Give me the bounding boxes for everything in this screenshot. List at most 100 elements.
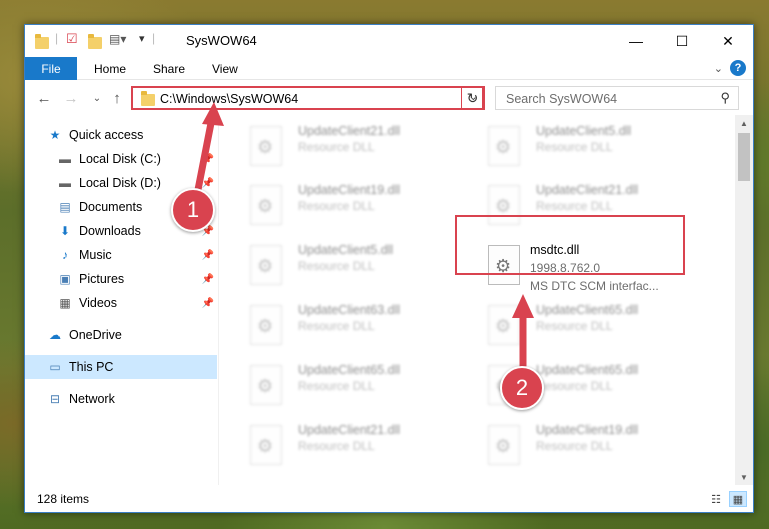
sidebar-item-network[interactable]: ⊟ Network	[25, 387, 217, 411]
forward-button[interactable]: →	[61, 88, 81, 108]
file-name: UpdateClient65.dll	[536, 303, 639, 317]
pin-icon: 📌	[201, 273, 214, 285]
dll-file-icon: ⚙	[488, 305, 520, 345]
minimize-button[interactable]: —	[613, 25, 659, 57]
file-name: UpdateClient65.dll	[536, 363, 639, 377]
tab-view[interactable]: View	[212, 57, 238, 80]
music-icon: ♪	[62, 248, 68, 262]
file-name: UpdateClient21.dll	[536, 183, 639, 197]
search-placeholder: Search SysWOW64	[506, 92, 618, 106]
file-type: Resource DLL	[536, 140, 613, 154]
sidebar-item-music[interactable]: ♪ Music 📌	[25, 243, 217, 267]
separator: |	[152, 31, 156, 45]
list-item[interactable]: ⚙ UpdateClient63.dll Resource DLL	[242, 299, 478, 351]
sidebar-item-label: Quick access	[69, 128, 144, 142]
window-title: SysWOW64	[186, 33, 257, 48]
recent-locations-icon[interactable]: ⌄	[87, 88, 107, 108]
drive-icon: ▬	[59, 152, 71, 166]
vertical-scrollbar[interactable]: ▲ ▼	[735, 115, 753, 485]
navigation-pane: ★ Quick access ▬ Local Disk (C:) 📌 ▬ Loc…	[25, 115, 219, 485]
file-type: Resource DLL	[536, 199, 613, 213]
file-type: Resource DLL	[298, 379, 375, 393]
sidebar-item-label: Videos	[79, 296, 117, 310]
pin-icon: 📌	[201, 249, 214, 261]
sidebar-item-label: Documents	[79, 200, 143, 214]
gear-icon: ⚙	[257, 376, 274, 396]
sidebar-item-onedrive[interactable]: ☁ OneDrive	[25, 323, 217, 347]
star-icon: ★	[49, 128, 61, 142]
scroll-down-icon[interactable]: ▼	[735, 469, 753, 485]
sidebar-item-quick-access[interactable]: ★ Quick access	[25, 123, 217, 147]
list-item[interactable]: ⚙ UpdateClient65.dll Resource DLL	[480, 299, 716, 351]
file-type: Resource DLL	[298, 439, 375, 453]
annotation-step-2: 2	[500, 366, 544, 410]
dll-file-icon: ⚙	[250, 245, 282, 285]
list-item[interactable]: ⚙ UpdateClient5.dll Resource DLL	[242, 239, 478, 291]
gear-icon: ⚙	[495, 196, 512, 216]
pictures-icon: ▣	[59, 272, 71, 286]
cloud-icon: ☁	[49, 328, 61, 342]
close-button[interactable]: ✕	[705, 25, 751, 57]
tab-home[interactable]: Home	[94, 57, 126, 80]
list-item[interactable]: ⚙ UpdateClient21.dll Resource DLL	[242, 419, 478, 471]
list-item[interactable]: ⚙ UpdateClient19.dll Resource DLL	[480, 419, 716, 471]
back-button[interactable]: ←	[34, 88, 54, 108]
folder-icon	[35, 34, 49, 49]
dll-file-icon: ⚙	[250, 126, 282, 166]
dll-file-icon: ⚙	[488, 126, 520, 166]
sidebar-item-this-pc[interactable]: ▭ This PC	[25, 355, 217, 379]
quick-access-toolbar-icon[interactable]: ▤▾	[109, 32, 126, 46]
sidebar-item-local-disk-c[interactable]: ▬ Local Disk (C:) 📌	[25, 147, 217, 171]
expand-ribbon-icon[interactable]: ⌄	[714, 62, 723, 75]
list-item[interactable]: ⚙ UpdateClient21.dll Resource DLL	[242, 120, 478, 172]
customize-toolbar-icon[interactable]: ▾	[139, 32, 145, 45]
help-button[interactable]: ?	[730, 60, 746, 76]
file-description: MS DTC SCM interfac...	[530, 279, 659, 293]
properties-icon[interactable]: ☑	[66, 31, 78, 47]
file-name: UpdateClient5.dll	[536, 124, 632, 138]
gear-icon: ⚙	[257, 256, 274, 276]
highlight-frame	[455, 215, 685, 275]
sidebar-item-label: Local Disk (C:)	[79, 152, 161, 166]
tab-share[interactable]: Share	[153, 57, 185, 80]
folder-icon	[141, 91, 155, 106]
large-icons-view-icon[interactable]: ▦	[729, 491, 747, 507]
address-path[interactable]: C:\Windows\SysWOW64	[160, 92, 298, 106]
gear-icon: ⚙	[257, 196, 274, 216]
sidebar-item-pictures[interactable]: ▣ Pictures 📌	[25, 267, 217, 291]
up-button[interactable]: ↑	[107, 88, 127, 108]
dll-file-icon: ⚙	[250, 305, 282, 345]
file-type: Resource DLL	[536, 319, 613, 333]
search-icon[interactable]: ⚲	[720, 90, 730, 106]
refresh-button[interactable]: ↻	[461, 86, 485, 110]
gear-icon: ⚙	[257, 316, 274, 336]
scroll-thumb[interactable]	[738, 133, 750, 181]
file-type: Resource DLL	[536, 439, 613, 453]
sidebar-item-label: Pictures	[79, 272, 125, 286]
file-name: UpdateClient19.dll	[298, 183, 401, 197]
dll-file-icon: ⚙	[250, 425, 282, 465]
download-icon: ⬇	[59, 224, 71, 238]
tab-file[interactable]: File	[25, 57, 77, 80]
search-input[interactable]: Search SysWOW64 ⚲	[495, 86, 739, 110]
sidebar-item-label: OneDrive	[69, 328, 122, 342]
documents-icon: ▤	[59, 200, 71, 214]
scroll-up-icon[interactable]: ▲	[735, 115, 753, 131]
list-item[interactable]: ⚙ UpdateClient65.dll Resource DLL	[242, 359, 478, 411]
new-folder-icon[interactable]	[88, 34, 102, 49]
ribbon: File Home Share View ⌄ ?	[25, 57, 753, 80]
list-item[interactable]: ⚙ UpdateClient19.dll Resource DLL	[242, 179, 478, 231]
network-icon: ⊟	[49, 392, 61, 406]
item-count: 128 items	[37, 492, 90, 506]
details-view-icon[interactable]: ☷	[707, 491, 725, 507]
computer-icon: ▭	[49, 360, 61, 374]
gear-icon: ⚙	[257, 137, 274, 157]
maximize-button[interactable]: ☐	[659, 25, 705, 57]
file-type: Resource DLL	[298, 199, 375, 213]
address-bar[interactable]: C:\Windows\SysWOW64 ⌄	[131, 86, 484, 110]
list-item[interactable]: ⚙ UpdateClient5.dll Resource DLL	[480, 120, 716, 172]
file-name: UpdateClient21.dll	[298, 124, 401, 138]
sidebar-item-videos[interactable]: ▦ Videos 📌	[25, 291, 217, 315]
file-type: Resource DLL	[298, 140, 375, 154]
pin-icon: 📌	[201, 177, 214, 189]
